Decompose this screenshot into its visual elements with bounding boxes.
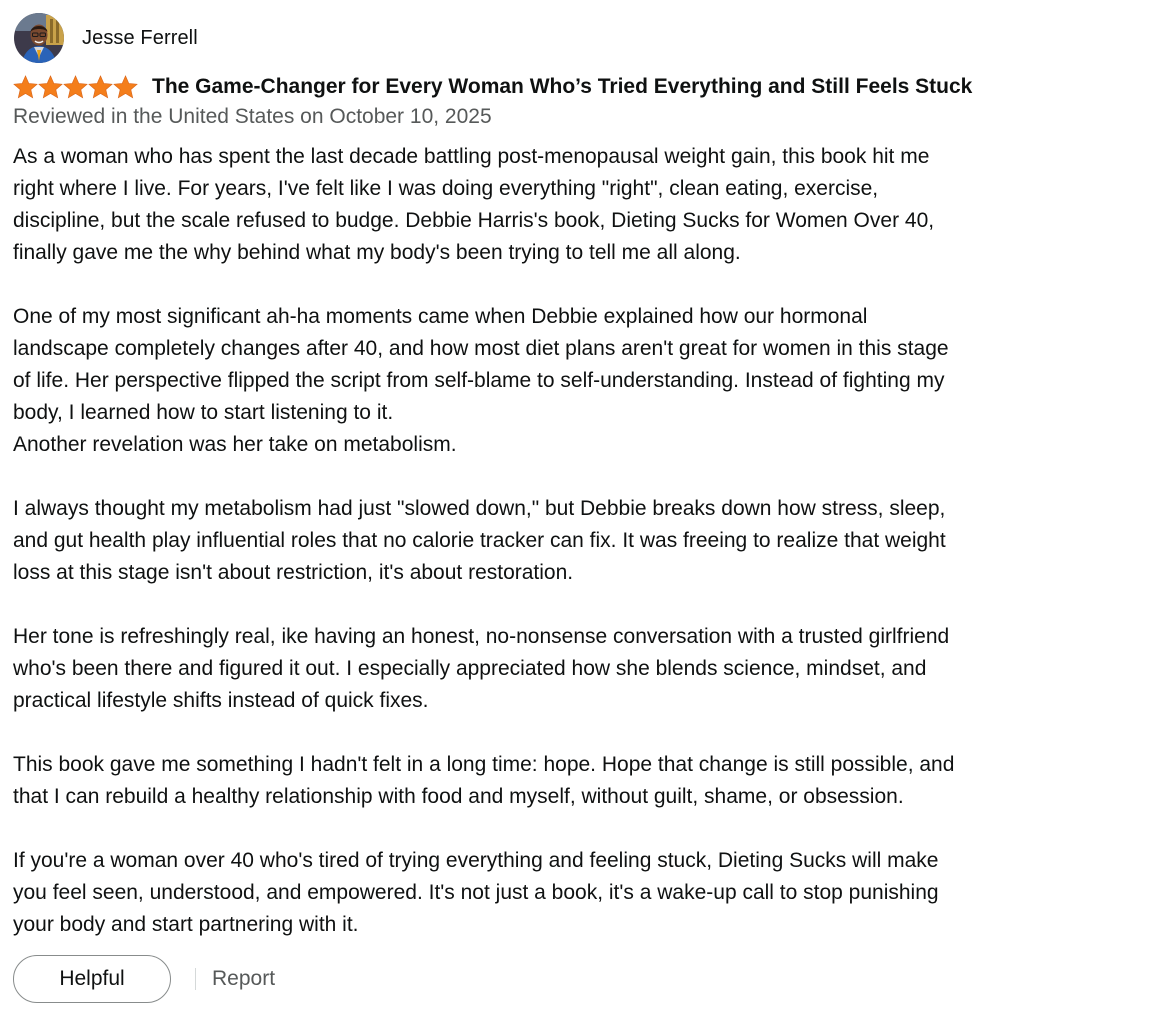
review-text-line: practical lifestyle shifts instead of qu…	[13, 689, 429, 712]
review-text-line: body, I learned how to start listening t…	[13, 401, 394, 424]
star-icon	[63, 75, 88, 99]
review-paragraph: This book gave me something I hadn't fel…	[13, 749, 1093, 813]
review-text-line: Her tone is refreshingly real, ike havin…	[13, 625, 950, 648]
star-icon	[13, 75, 38, 99]
avatar-image	[14, 13, 64, 63]
review-paragraph: Her tone is refreshingly real, ike havin…	[13, 621, 1093, 717]
review-text-line: loss at this stage isn't about restricti…	[13, 561, 574, 584]
review-text-line: who's been there and figured it out. I e…	[13, 657, 927, 680]
report-link[interactable]: Report	[212, 967, 275, 991]
review-paragraph: As a woman who has spent the last decade…	[13, 141, 1093, 269]
review-text-line: you feel seen, understood, and empowered…	[13, 881, 939, 904]
review-text-line: of life. Her perspective flipped the scr…	[13, 369, 945, 392]
review-text-line: I always thought my metabolism had just …	[13, 497, 946, 520]
review-paragraph: If you're a woman over 40 who's tired of…	[13, 845, 1093, 941]
review-paragraph: One of my most significant ah-ha moments…	[13, 301, 1093, 461]
review-text-line: and gut health play influential roles th…	[13, 529, 946, 552]
reviewer-name[interactable]: Jesse Ferrell	[82, 27, 198, 50]
review-text-line: One of my most significant ah-ha moments…	[13, 305, 868, 328]
review-paragraph: I always thought my metabolism had just …	[13, 493, 1093, 589]
review-text-line: discipline, but the scale refused to bud…	[13, 209, 935, 232]
action-divider	[195, 968, 196, 990]
star-icon	[113, 75, 138, 99]
review-text-line: right where I live. For years, I've felt…	[13, 177, 879, 200]
review-header: The Game-Changer for Every Woman Who’s T…	[13, 71, 972, 103]
helpful-button[interactable]: Helpful	[13, 955, 171, 1003]
star-rating[interactable]	[13, 75, 138, 99]
review-text-line: As a woman who has spent the last decade…	[13, 145, 930, 168]
avatar[interactable]	[14, 13, 64, 63]
review-text-line: Another revelation was her take on metab…	[13, 433, 457, 456]
review-text-line: that I can rebuild a healthy relationshi…	[13, 785, 904, 808]
review-title[interactable]: The Game-Changer for Every Woman Who’s T…	[152, 75, 972, 99]
review-card: Jesse Ferrell The Game-Changer for Every…	[0, 0, 1176, 1018]
review-text-line: your body and start partnering with it.	[13, 913, 359, 936]
star-icon	[88, 75, 113, 99]
star-icon	[38, 75, 63, 99]
review-text-line: If you're a woman over 40 who's tired of…	[13, 849, 939, 872]
reviewer-profile[interactable]: Jesse Ferrell	[14, 12, 198, 64]
review-body: As a woman who has spent the last decade…	[13, 141, 1093, 973]
review-actions: Helpful Report	[13, 954, 275, 1004]
review-text-line: landscape completely changes after 40, a…	[13, 337, 949, 360]
review-text-line: This book gave me something I hadn't fel…	[13, 753, 955, 776]
review-date: Reviewed in the United States on October…	[13, 105, 492, 128]
review-text-line: finally gave me the why behind what my b…	[13, 241, 741, 264]
